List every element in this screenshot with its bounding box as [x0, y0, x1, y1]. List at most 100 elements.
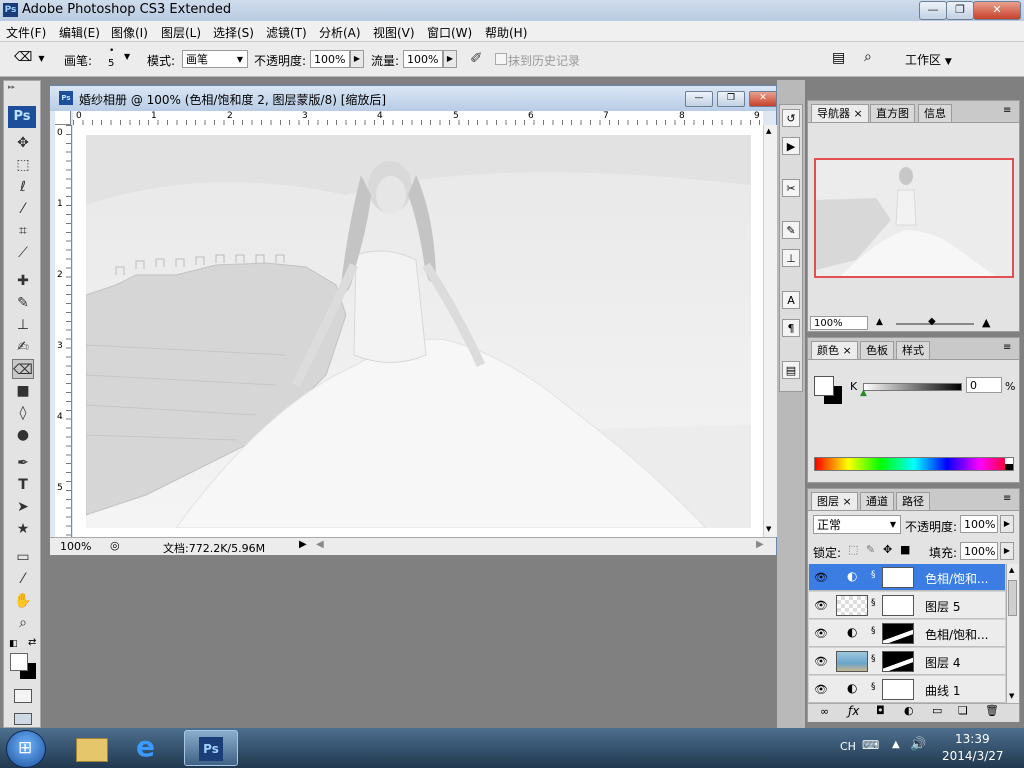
opacity-slider-button[interactable]: ▶	[350, 50, 364, 68]
character-panel-icon[interactable]: A	[782, 291, 800, 309]
fill-input[interactable]: 100%	[960, 542, 998, 560]
screen-mode-icon[interactable]	[14, 713, 32, 725]
eyedropper-tool-icon[interactable]: ⁄	[12, 569, 34, 589]
layer-mask-thumbnail[interactable]	[882, 679, 914, 700]
layer-row[interactable]: 👁 ◐ § 色相/饱和...	[809, 564, 1005, 591]
tab-color[interactable]: 颜色 ×	[811, 341, 858, 359]
type-tool-icon[interactable]: T	[12, 475, 34, 495]
add-mask-icon[interactable]: ◘	[876, 704, 885, 717]
layer-row[interactable]: 👁 § 图层 5	[809, 592, 1005, 619]
link-icon[interactable]: §	[871, 598, 876, 608]
slice-tool-icon[interactable]: ⟋	[12, 243, 34, 263]
fill-slider-button[interactable]: ▶	[1000, 542, 1014, 560]
menu-select[interactable]: 选择(S)	[213, 24, 254, 41]
close-icon[interactable]: ×	[854, 107, 863, 120]
delete-layer-icon[interactable]: 🗑	[985, 704, 999, 717]
layer-row[interactable]: 👁 ◐ § 曲线 1	[809, 676, 1005, 703]
panel-menu-icon[interactable]: ≡	[1003, 493, 1011, 504]
workspace-button[interactable]: 工作区 ▼	[905, 51, 952, 68]
minimize-button[interactable]: —	[919, 1, 947, 20]
canvas-area[interactable]	[73, 125, 763, 537]
ruler-origin[interactable]	[55, 111, 71, 125]
lock-transparent-icon[interactable]: ⬚	[848, 543, 858, 556]
blend-mode-select[interactable]: 正常 ▼	[813, 515, 901, 534]
scroll-right-icon[interactable]: ▶	[756, 539, 764, 550]
layer-row[interactable]: 👁 § 图层 4	[809, 648, 1005, 675]
move-tool-icon[interactable]: ✥	[12, 133, 34, 153]
menu-analysis[interactable]: 分析(A)	[319, 24, 361, 41]
link-icon[interactable]: §	[871, 654, 876, 664]
taskbar-photoshop[interactable]: Ps	[184, 730, 238, 766]
close-button[interactable]: ✕	[973, 1, 1021, 20]
menu-filter[interactable]: 滤镜(T)	[266, 24, 307, 41]
eye-icon[interactable]: 👁	[814, 627, 828, 640]
panel-menu-icon[interactable]: ≡	[1003, 342, 1011, 353]
document-maximize-button[interactable]: ❐	[717, 91, 745, 107]
brush-picker[interactable]: • 5 ▼	[100, 46, 134, 72]
tab-navigator[interactable]: 导航器 ×	[811, 104, 869, 122]
crop-tool-icon[interactable]: ⌗	[12, 221, 34, 241]
clock-date[interactable]: 2014/3/27	[942, 749, 1004, 763]
menu-layer[interactable]: 图层(L)	[161, 24, 201, 41]
palette-well-icon[interactable]: ▤	[832, 50, 845, 66]
close-icon[interactable]: ×	[843, 495, 852, 508]
scroll-up-icon[interactable]: ▲	[766, 127, 771, 135]
menu-image[interactable]: 图像(I)	[111, 24, 148, 41]
magic-wand-tool-icon[interactable]: ⁄	[12, 199, 34, 219]
tool-presets-panel-icon[interactable]: ✂	[782, 179, 800, 197]
layer-mask-thumbnail[interactable]	[882, 623, 914, 644]
clock-time[interactable]: 13:39	[955, 732, 990, 746]
scroll-down-icon[interactable]: ▼	[766, 525, 771, 533]
blur-tool-icon[interactable]: ◊	[12, 403, 34, 423]
path-selection-tool-icon[interactable]: ➤	[12, 497, 34, 517]
volume-icon[interactable]: 🔊	[910, 737, 926, 752]
document-vertical-scrollbar[interactable]: ▲ ▼	[763, 125, 777, 537]
tab-info[interactable]: 信息	[918, 104, 952, 122]
panel-menu-icon[interactable]: ≡	[1003, 105, 1011, 116]
taskbar-explorer[interactable]	[64, 730, 118, 766]
menu-file[interactable]: 文件(F)	[6, 24, 46, 41]
color-spectrum-bar[interactable]	[814, 457, 1014, 471]
eye-icon[interactable]: 👁	[814, 599, 828, 612]
tool-preset-picker[interactable]: ⌫ ▼	[14, 50, 46, 68]
menu-help[interactable]: 帮助(H)	[485, 24, 527, 41]
show-hidden-icons-icon[interactable]: ▲	[892, 739, 900, 750]
navigator-zoom-input[interactable]: 100%	[810, 316, 868, 330]
healing-brush-tool-icon[interactable]: ✚	[12, 271, 34, 291]
layer-list-scrollbar[interactable]: ▲ ▼	[1006, 564, 1019, 704]
close-icon[interactable]: ×	[843, 344, 852, 357]
layer-mask-thumbnail[interactable]	[882, 651, 914, 672]
new-layer-icon[interactable]: ❏	[958, 704, 968, 717]
airbrush-icon[interactable]: ✐	[470, 49, 483, 67]
opacity-input[interactable]: 100%	[310, 50, 350, 68]
layer-style-icon[interactable]: ƒx	[848, 704, 859, 718]
k-value-input[interactable]: 0	[966, 377, 1002, 393]
zoom-in-icon[interactable]: ▲	[982, 316, 990, 329]
tab-histogram[interactable]: 直方图	[870, 104, 915, 122]
zoom-out-icon[interactable]: ▲	[876, 317, 883, 327]
eraser-tool-icon[interactable]: ⌫	[12, 359, 34, 379]
tab-styles[interactable]: 样式	[896, 341, 930, 359]
marquee-tool-icon[interactable]: ⬚	[12, 155, 34, 175]
eye-icon[interactable]: 👁	[814, 683, 828, 696]
foreground-color-swatch[interactable]	[10, 653, 28, 671]
navigator-preview[interactable]	[814, 158, 1014, 278]
ps-logo[interactable]: Ps	[8, 106, 36, 128]
layer-thumbnail[interactable]	[836, 595, 868, 616]
flow-slider-button[interactable]: ▶	[443, 50, 457, 68]
menu-window[interactable]: 窗口(W)	[427, 24, 472, 41]
foreground-color-chip[interactable]	[814, 376, 834, 396]
maximize-button[interactable]: ❐	[946, 1, 974, 20]
status-info-icon[interactable]: ◎	[110, 539, 120, 552]
zoom-tool-icon[interactable]: ⌕	[12, 613, 34, 633]
link-icon[interactable]: §	[871, 682, 876, 692]
scroll-down-icon[interactable]: ▼	[1009, 692, 1014, 700]
start-button[interactable]: ⊞	[6, 730, 46, 768]
link-icon[interactable]: §	[871, 626, 876, 636]
zoom-level[interactable]: 100%	[60, 540, 91, 553]
toolbox-grip[interactable]: ▸▸	[8, 83, 36, 91]
history-brush-tool-icon[interactable]: ✍	[12, 337, 34, 357]
menu-view[interactable]: 视图(V)	[373, 24, 415, 41]
pen-tool-icon[interactable]: ✒	[12, 453, 34, 473]
layer-thumbnail[interactable]	[836, 651, 868, 672]
